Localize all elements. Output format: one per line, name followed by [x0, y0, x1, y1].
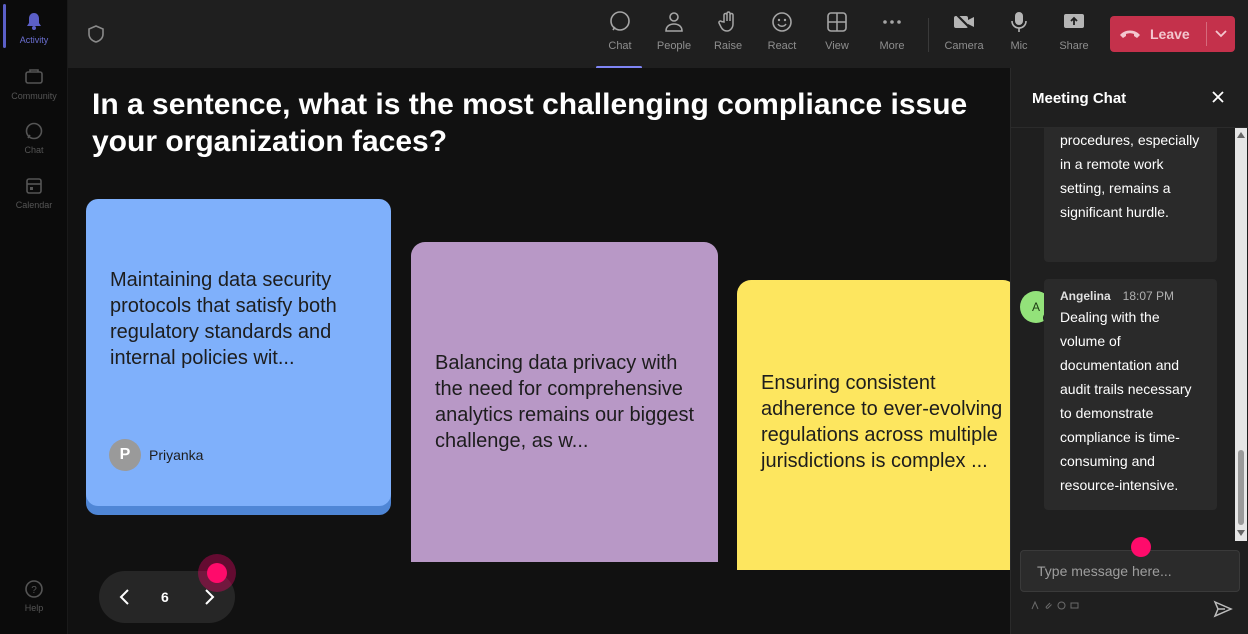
avatar: P: [109, 439, 141, 471]
leave-button[interactable]: Leave: [1110, 16, 1235, 52]
toolbar-more-button[interactable]: More: [868, 10, 916, 62]
community-icon: [23, 66, 45, 88]
response-text: Maintaining data security protocols that…: [110, 269, 337, 369]
microphone-icon: [1007, 10, 1031, 34]
format-icon[interactable]: [1031, 600, 1040, 612]
toolbar-people-button[interactable]: People: [650, 10, 698, 62]
help-icon: ?: [23, 578, 45, 600]
response-card[interactable]: Ensuring consistent adherence to ever-ev…: [737, 280, 1010, 570]
people-icon: [662, 10, 686, 34]
presentation-stage: In a sentence, what is the most challeng…: [68, 68, 1010, 634]
compose-format-toolbar: [1031, 600, 1079, 612]
chat-icon: [23, 120, 45, 142]
message-sender: Angelina: [1060, 289, 1111, 303]
chat-message: Angelina 18:07 PM Dealing with the volum…: [1044, 279, 1217, 510]
scroll-down-arrow-icon[interactable]: [1237, 530, 1245, 536]
response-author: P Priyanka: [109, 439, 203, 471]
chat-title: Meeting Chat: [1032, 90, 1127, 107]
response-card[interactable]: Balancing data privacy with the need for…: [411, 242, 718, 562]
pointer-indicator: [198, 554, 236, 592]
chat-message: procedures, especially in a remote work …: [1044, 128, 1217, 262]
chat-header: Meeting Chat: [1011, 68, 1248, 128]
toolbar-divider: [928, 18, 929, 52]
camera-off-icon: [952, 10, 976, 34]
message-text: procedures, especially in a remote work …: [1060, 132, 1200, 220]
rail-item-help[interactable]: ? Help: [0, 578, 68, 613]
scrollbar-thumb[interactable]: [1238, 450, 1244, 525]
shield-icon[interactable]: [86, 24, 106, 44]
message-input[interactable]: [1021, 551, 1239, 591]
chat-icon: [608, 10, 632, 34]
page-number: 6: [161, 589, 169, 605]
toolbar-share-button[interactable]: Share: [1050, 10, 1098, 62]
phone-hangup-icon: [1110, 27, 1150, 41]
leave-split-divider: [1206, 22, 1207, 46]
chevron-down-icon[interactable]: [1214, 26, 1228, 45]
toolbar-raise-button[interactable]: Raise: [704, 10, 752, 62]
gif-icon[interactable]: [1070, 601, 1079, 612]
attach-icon[interactable]: [1044, 601, 1053, 612]
calendar-icon: [23, 175, 45, 197]
message-text: Dealing with the volume of documentation…: [1060, 309, 1192, 493]
message-meta: Angelina 18:07 PM: [1060, 279, 1201, 303]
chat-message-list[interactable]: procedures, especially in a remote work …: [1011, 128, 1235, 541]
meeting-toolbar: Chat People Raise React View More Camera…: [68, 0, 1248, 69]
app-rail: Activity Community Chat Calendar ? Help: [0, 0, 68, 634]
bell-icon: [23, 10, 45, 32]
chat-compose-box[interactable]: [1020, 550, 1240, 592]
message-timestamp: 18:07 PM: [1122, 289, 1175, 303]
chevron-left-icon[interactable]: [115, 587, 135, 612]
author-name: Priyanka: [149, 447, 204, 463]
rail-item-activity[interactable]: Activity: [0, 10, 68, 45]
response-text: Balancing data privacy with the need for…: [435, 352, 695, 452]
raise-hand-icon: [716, 10, 740, 34]
toolbar-mic-button[interactable]: Mic: [995, 10, 1043, 62]
emoji-icon[interactable]: [1057, 601, 1066, 612]
toolbar-view-button[interactable]: View: [813, 10, 861, 62]
svg-text:?: ?: [31, 585, 37, 596]
rail-item-calendar[interactable]: Calendar: [0, 175, 68, 210]
smiley-icon: [770, 10, 794, 34]
meeting-chat-panel: Meeting Chat procedures, especially in a…: [1010, 68, 1248, 634]
grid-view-icon: [825, 10, 849, 34]
rail-item-community[interactable]: Community: [0, 66, 68, 101]
more-dots-icon: [880, 10, 904, 34]
toolbar-chat-button[interactable]: Chat: [596, 10, 644, 69]
response-text: Ensuring consistent adherence to ever-ev…: [761, 372, 1003, 472]
chat-scrollbar[interactable]: [1235, 128, 1247, 541]
send-icon[interactable]: [1213, 599, 1233, 619]
toolbar-react-button[interactable]: React: [758, 10, 806, 62]
share-screen-icon: [1062, 10, 1086, 34]
question-title: In a sentence, what is the most challeng…: [92, 88, 968, 158]
rail-item-chat[interactable]: Chat: [0, 120, 68, 155]
scroll-up-arrow-icon[interactable]: [1237, 132, 1245, 138]
pointer-indicator: [1131, 537, 1151, 557]
avatar-initial: A: [1031, 300, 1040, 314]
close-icon[interactable]: [1209, 88, 1227, 106]
response-card[interactable]: Maintaining data security protocols that…: [86, 199, 391, 506]
toolbar-camera-button[interactable]: Camera: [940, 10, 988, 62]
